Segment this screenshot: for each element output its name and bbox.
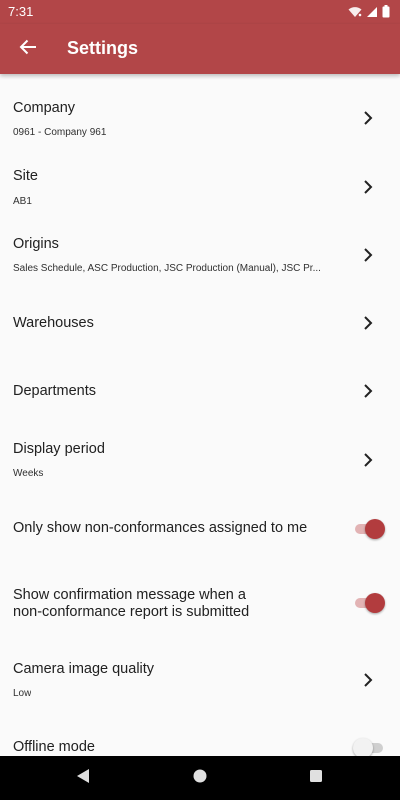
chevron-right-icon — [364, 180, 373, 194]
chevron-right-icon — [364, 453, 373, 467]
setting-origins[interactable]: Origins Sales Schedule, ASC Production, … — [0, 220, 400, 288]
only-assigned-toggle[interactable] — [353, 518, 385, 539]
page-title: Settings — [67, 38, 139, 58]
status-icons — [348, 5, 390, 21]
app-bar: Settings — [0, 24, 400, 74]
setting-value: Sales Schedule, ASC Production, JSC Prod… — [13, 263, 321, 274]
setting-only-assigned[interactable]: Only show non-conformances assigned to m… — [0, 494, 400, 562]
system-nav-bar — [0, 756, 400, 800]
setting-site[interactable]: Site AB1 — [0, 151, 400, 219]
setting-value: AB1 — [13, 196, 32, 207]
setting-display-period[interactable]: Display period Weeks — [0, 426, 400, 494]
setting-company[interactable]: Company 0961 - Company 961 — [0, 82, 400, 150]
nav-back-button[interactable] — [71, 766, 95, 790]
setting-title-line1: Show confirmation message when a — [13, 587, 246, 603]
home-circle-icon — [192, 768, 208, 789]
setting-title: Departments — [13, 383, 97, 399]
setting-show-confirmation[interactable]: Show confirmation message when a non-con… — [0, 563, 400, 631]
back-button[interactable] — [8, 29, 48, 69]
setting-warehouses[interactable]: Warehouses — [0, 289, 400, 357]
screen: 7:31 Settings Company 0961 - Company 961… — [0, 0, 400, 800]
setting-offline-mode[interactable]: Offline mode — [0, 717, 400, 756]
setting-title: Display period — [13, 441, 105, 457]
show-confirmation-toggle[interactable] — [353, 592, 385, 613]
chevron-right-icon — [364, 316, 373, 330]
chevron-right-icon — [364, 111, 373, 125]
setting-title: Company — [13, 100, 76, 116]
setting-title: Offline mode — [13, 739, 95, 755]
chevron-right-icon — [364, 384, 373, 398]
setting-title-line2: non-conformance report is submitted — [13, 604, 250, 620]
status-bar: 7:31 — [0, 0, 400, 24]
recents-square-icon — [309, 769, 323, 788]
setting-title: Camera image quality — [13, 661, 155, 677]
back-triangle-icon — [75, 768, 91, 789]
settings-list: Company 0961 - Company 961 Site AB1 Orig… — [0, 74, 400, 756]
setting-value: 0961 - Company 961 — [13, 127, 107, 138]
status-time: 7:31 — [8, 4, 34, 19]
chevron-right-icon — [364, 673, 373, 687]
setting-value: Low — [13, 688, 32, 699]
chevron-right-icon — [364, 248, 373, 262]
setting-title: Origins — [13, 236, 59, 252]
signal-icon — [366, 6, 378, 21]
setting-departments[interactable]: Departments — [0, 357, 400, 425]
setting-title: Warehouses — [13, 315, 94, 331]
toggle-thumb — [365, 593, 385, 613]
setting-camera-quality[interactable]: Camera image quality Low — [0, 648, 400, 716]
setting-value: Weeks — [13, 468, 44, 479]
nav-recents-button[interactable] — [304, 766, 328, 790]
setting-title: Site — [13, 168, 38, 184]
arrow-back-icon — [19, 38, 37, 61]
toggle-thumb — [353, 738, 373, 756]
toggle-thumb — [365, 519, 385, 539]
battery-icon — [382, 5, 390, 21]
offline-mode-toggle[interactable] — [353, 737, 385, 756]
setting-title: Only show non-conformances assigned to m… — [13, 520, 308, 536]
nav-home-button[interactable] — [188, 766, 212, 790]
wifi-icon — [348, 6, 362, 21]
